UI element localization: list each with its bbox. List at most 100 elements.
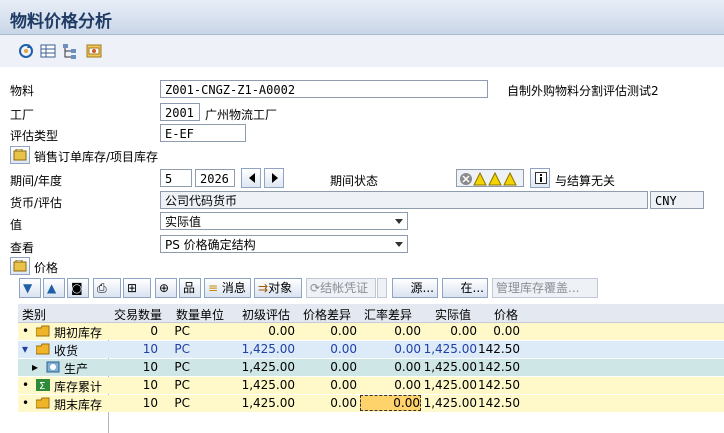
price-cell: 142.50	[478, 378, 520, 392]
header-quantity[interactable]: 交易数量	[114, 306, 162, 323]
header-exchange-diff[interactable]: 汇率差异	[364, 306, 412, 323]
period-status-indicator	[456, 169, 524, 187]
status-lights-icon	[460, 172, 517, 186]
leaf-node-icon: •	[22, 378, 30, 392]
header-actual[interactable]: 实际值	[435, 306, 471, 323]
messages-button[interactable]: ≡ 消息	[204, 278, 251, 298]
find-button[interactable]: ◙	[67, 278, 89, 298]
header-category[interactable]: 类别	[22, 306, 46, 323]
price-cell: 142.50	[478, 342, 520, 356]
close-documents-menu[interactable]	[377, 278, 387, 298]
value-dropdown-text: 实际值	[165, 215, 202, 229]
actual-cell: 1,425.00	[423, 360, 477, 374]
zoom-button[interactable]: ⊕	[155, 278, 177, 298]
messages-label: 消息	[221, 281, 246, 295]
valuation-type-label: 评估类型	[10, 129, 59, 143]
prim-cell: 1,425.00	[241, 378, 295, 392]
settings-icon[interactable]	[85, 42, 103, 60]
actual-cell: 1,425.00	[423, 342, 477, 356]
structure-button[interactable]: 品	[179, 278, 201, 298]
table-row[interactable]: ▸ 生产 10 PC 1,425.00 0.00 0.00 1,425.00 142.50	[18, 359, 724, 376]
printer-icon: ⎙	[97, 281, 107, 295]
qty-cell: 10	[142, 396, 158, 410]
material-label: 物料	[10, 84, 35, 98]
close-documents-label: 结帐凭证	[320, 281, 369, 295]
material-field[interactable]: Z001-CNGZ-Z1-A0002	[160, 80, 488, 98]
view-dropdown[interactable]: PS 价格确定结构	[160, 235, 408, 253]
price-toggle-button[interactable]	[10, 257, 30, 275]
category-cell: 库存累计	[54, 380, 103, 394]
sum-icon: Σ	[36, 379, 50, 391]
view-label: 查看	[10, 241, 35, 255]
close-documents-icon: ⟳	[310, 281, 321, 295]
application-toolbar	[0, 35, 724, 67]
table-row[interactable]: ▾ 收货 10 PC 1,425.00 0.00 0.00 1,425.00 142.50	[18, 341, 724, 358]
manage-stock-coverage-button[interactable]: 管理库存覆盖...	[492, 278, 598, 298]
header-price-diff[interactable]: 价格差异	[303, 306, 351, 323]
valuation-type-field[interactable]: E-EF	[160, 124, 246, 142]
info-icon	[535, 172, 547, 184]
object-icon: ⇉	[258, 281, 269, 295]
currency-code-field: CNY	[650, 191, 704, 209]
price-analysis-table: 类别 交易数量 数量单位 初级评估 价格差异 汇率差异 实际值 价格 • 期初库存…	[18, 304, 724, 433]
in-button[interactable]: 在...	[442, 278, 488, 298]
collapse-icon: ▲	[47, 281, 57, 295]
refresh-icon[interactable]	[17, 42, 35, 60]
object-label: 对象	[268, 281, 293, 295]
sales-order-stock-label: 销售订单库存/项目库存	[34, 150, 159, 164]
previous-period-button[interactable]	[241, 168, 261, 188]
xdiff-cell[interactable]: 0.00	[360, 395, 421, 411]
arrow-right-icon	[272, 173, 278, 183]
value-dropdown[interactable]: 实际值	[160, 212, 408, 230]
header-primary[interactable]: 初级评估	[242, 306, 290, 323]
prim-cell: 0.00	[268, 324, 295, 338]
currency-field[interactable]: 公司代码货币	[160, 191, 648, 209]
expand-icon: ▼	[23, 281, 33, 295]
unit-cell: PC	[174, 360, 190, 374]
prim-cell: 1,425.00	[241, 342, 295, 356]
chevron-down-icon	[395, 219, 403, 224]
grid-toolbar: ▼ ▲ ◙ ⎙ ⊞ ⊕ 品 ≡ 消息 ⇉对象 ⟳结帐凭证 源... 在... 管…	[11, 278, 724, 300]
print-button[interactable]: ⎙	[93, 278, 121, 298]
close-documents-button[interactable]: ⟳结帐凭证	[306, 278, 376, 298]
table-row[interactable]: • Σ 库存累计 10 PC 1,425.00 0.00 0.00 1,425.00 142.50	[18, 377, 724, 394]
header-unit[interactable]: 数量单位	[176, 306, 224, 323]
collapse-button[interactable]: ▲	[43, 278, 65, 298]
category-cell: 收货	[54, 344, 79, 358]
view-dropdown-text: PS 价格确定结构	[165, 238, 256, 252]
actual-cell: 1,425.00	[423, 396, 477, 410]
folder-open-icon	[36, 343, 50, 355]
year-field[interactable]: 2026	[195, 169, 235, 187]
period-status-info-button[interactable]	[530, 168, 550, 188]
table-row[interactable]: • 期末库存 10 PC 1,425.00 0.00 0.00 1,425.00 142.50	[18, 395, 724, 412]
hierarchy-icon[interactable]	[61, 42, 79, 60]
expand-node-icon[interactable]: ▸	[32, 360, 38, 374]
expand-button[interactable]: ▼	[19, 278, 41, 298]
object-button[interactable]: ⇉对象	[254, 278, 302, 298]
collapse-node-icon[interactable]: ▾	[22, 342, 28, 356]
sales-order-stock-button[interactable]	[10, 146, 30, 164]
period-field[interactable]: 5	[160, 169, 192, 187]
table-row[interactable]: • 期初库存 0 PC 0.00 0.00 0.00 0.00 0.00	[18, 323, 724, 340]
pdiff-cell: 0.00	[330, 378, 357, 392]
select-icon	[13, 149, 27, 161]
source-button[interactable]: 源...	[392, 278, 438, 298]
unit-cell: PC	[174, 396, 190, 410]
arrow-left-icon	[249, 173, 255, 183]
value-label: 值	[10, 218, 23, 232]
category-cell: 期初库存	[54, 326, 103, 340]
qty-cell: 10	[142, 342, 158, 356]
layout-button[interactable]: ⊞	[123, 278, 151, 298]
next-period-button[interactable]	[264, 168, 284, 188]
chevron-down-icon	[395, 242, 403, 247]
header-price[interactable]: 价格	[494, 306, 518, 323]
pdiff-cell: 0.00	[330, 324, 357, 338]
plant-field[interactable]: 2001	[160, 103, 200, 121]
messages-icon: ≡	[208, 281, 219, 295]
xdiff-cell: 0.00	[394, 360, 421, 374]
svg-text:Σ: Σ	[39, 381, 45, 391]
display-icon[interactable]	[39, 42, 57, 60]
prim-cell: 1,425.00	[241, 360, 295, 374]
binoculars-icon: ◙	[71, 281, 83, 295]
production-icon	[46, 361, 60, 373]
